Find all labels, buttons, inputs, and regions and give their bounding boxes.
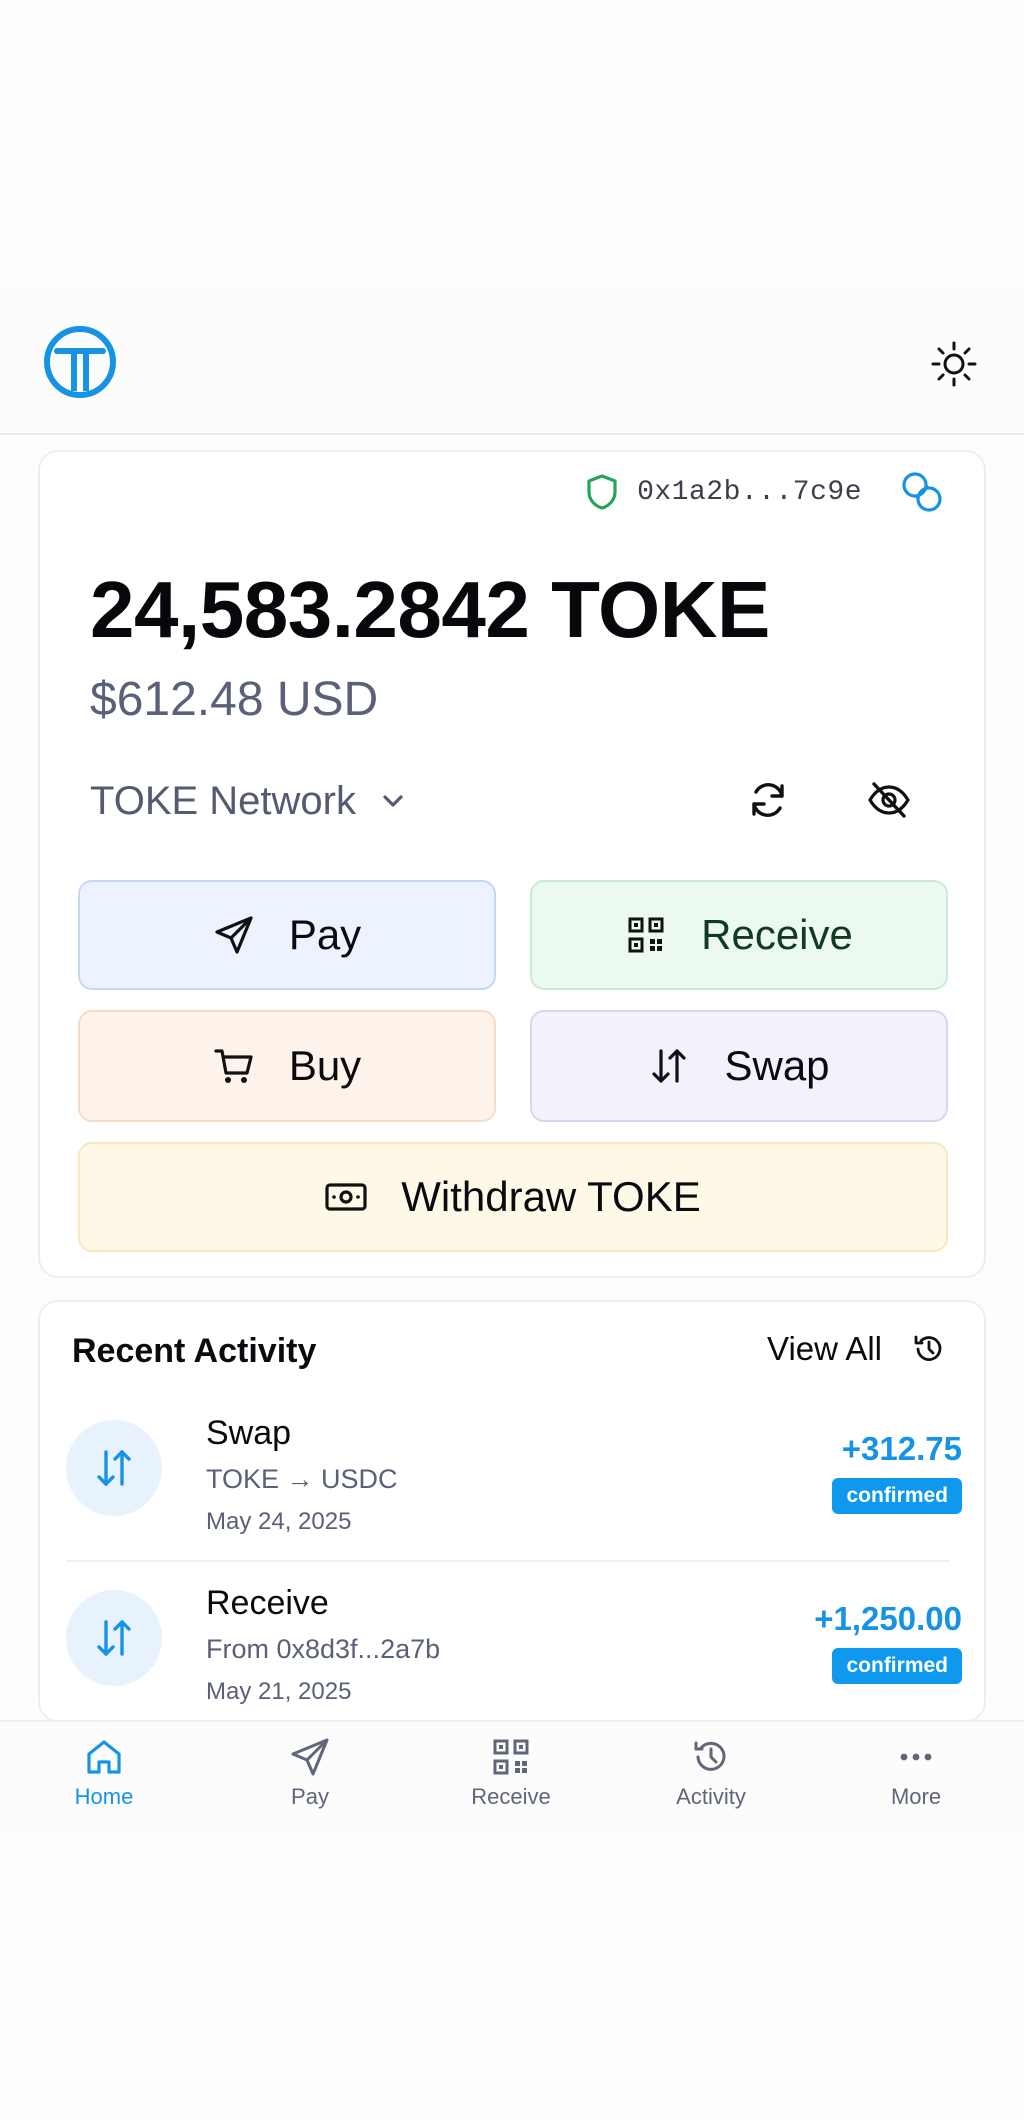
receive-button[interactable]: Receive — [530, 880, 948, 990]
activity-list-item[interactable]: Receive From 0x8d3f...2a7b May 21, 2025 … — [66, 1572, 962, 1722]
home-icon — [87, 1740, 121, 1774]
swap-arrows-icon — [66, 1420, 162, 1516]
bottom-navigation: Home Pay Receive Activity More — [0, 1720, 1024, 1830]
nav-pay-label: Pay — [291, 1784, 329, 1809]
more-dots-icon — [900, 1753, 932, 1761]
qr-code-icon — [628, 917, 664, 953]
view-all-label: View All — [767, 1330, 882, 1367]
top-spacer — [0, 0, 1024, 290]
send-icon — [291, 1738, 329, 1776]
toke-logo-icon[interactable] — [43, 325, 117, 399]
activity-title: Swap — [206, 1414, 292, 1452]
shield-icon — [587, 474, 617, 510]
balance-card: 0x1a2b...7c9e 24,583.2842 TOKE $612.48 U… — [38, 450, 986, 1278]
usd-balance: $612.48 USD — [90, 673, 379, 726]
send-icon — [215, 916, 253, 954]
recent-activity-title: Recent Activity — [72, 1332, 317, 1370]
buy-button[interactable]: Buy — [78, 1010, 496, 1122]
activity-list-item[interactable]: Swap TOKE → USDC May 24, 2025 +312.75 co… — [66, 1402, 962, 1552]
activity-subtitle: TOKE → USDC — [206, 1464, 398, 1494]
activity-date: May 21, 2025 — [206, 1678, 352, 1705]
withdraw-button[interactable]: Withdraw TOKE — [78, 1142, 948, 1252]
history-icon — [914, 1335, 942, 1361]
eye-off-icon[interactable] — [866, 778, 912, 822]
sun-icon[interactable] — [930, 340, 978, 388]
activity-date: May 24, 2025 — [206, 1508, 352, 1535]
chevron-down-icon — [383, 795, 403, 807]
link-icon[interactable] — [900, 470, 944, 514]
receive-button-label: Receive — [701, 911, 853, 958]
swap-button-label: Swap — [724, 1042, 830, 1089]
history-icon — [694, 1741, 726, 1771]
refresh-icon[interactable] — [746, 778, 790, 822]
nav-receive-label: Receive — [471, 1784, 551, 1809]
app-header — [0, 290, 1024, 435]
nav-activity[interactable]: Activity — [641, 1736, 781, 1810]
withdraw-button-label: Withdraw TOKE — [401, 1173, 701, 1220]
nav-more[interactable]: More — [846, 1736, 986, 1810]
cart-icon — [214, 1049, 253, 1083]
recent-activity-card: Recent Activity View All Swap TOKE → USD… — [38, 1300, 986, 1722]
status-badge: confirmed — [832, 1478, 962, 1514]
qr-code-icon — [493, 1739, 529, 1775]
activity-subtitle: From 0x8d3f...2a7b — [206, 1634, 441, 1664]
activity-amount: +1,250.00 — [814, 1600, 962, 1637]
nav-pay[interactable]: Pay — [240, 1736, 380, 1810]
nav-more-label: More — [890, 1784, 942, 1809]
cash-icon — [325, 1183, 367, 1211]
wallet-address[interactable]: 0x1a2b...7c9e — [637, 477, 862, 508]
network-label: TOKE Network — [90, 778, 356, 823]
status-badge: confirmed — [832, 1648, 962, 1684]
divider — [66, 1560, 950, 1562]
pay-button[interactable]: Pay — [78, 880, 496, 990]
swap-arrows-icon — [66, 1590, 162, 1686]
pay-button-label: Pay — [288, 911, 362, 958]
nav-home-label: Home — [74, 1784, 134, 1809]
nav-activity-label: Activity — [676, 1784, 746, 1809]
buy-button-label: Buy — [288, 1042, 362, 1089]
network-selector[interactable]: TOKE Network — [90, 774, 408, 828]
wallet-address-row: 0x1a2b...7c9e — [585, 470, 944, 514]
activity-amount: +312.75 — [841, 1430, 962, 1467]
token-balance: 24,583.2842 TOKE — [90, 565, 770, 654]
view-all-button[interactable]: View All — [767, 1330, 946, 1368]
nav-receive[interactable]: Receive — [441, 1736, 581, 1810]
activity-title: Receive — [206, 1584, 329, 1622]
swap-arrows-icon — [652, 1049, 687, 1083]
swap-button[interactable]: Swap — [530, 1010, 948, 1122]
nav-home[interactable]: Home — [34, 1736, 174, 1810]
